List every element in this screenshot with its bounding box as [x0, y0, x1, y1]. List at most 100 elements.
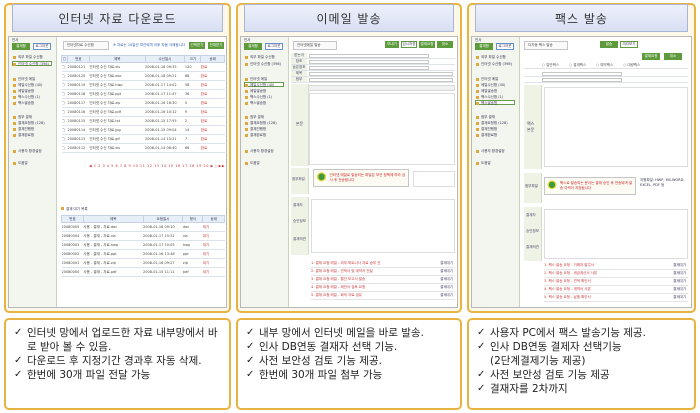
table-row[interactable]: □ 20080115 인터넷 수신 자료.txt 2008-01-15 17:55 2 완… [61, 116, 225, 126]
list-item[interactable]: 3. 결재 요청 메일 - 월간 보고서 발송 결재대기 [311, 277, 455, 284]
sidebar-item-mail-inbox[interactable]: 메일수신함 (40) [13, 83, 42, 87]
sidebar-item-inbox[interactable]: 인터넷 수신함 (398) [13, 62, 49, 66]
sidebar-item-fax-inbox[interactable]: 팩스수신함 (1) [13, 95, 40, 99]
sidebar-item-help[interactable]: 도움말 [476, 161, 491, 165]
approval-request-button[interactable]: 결재요청 [642, 53, 660, 60]
logout-button[interactable]: 로그아웃 [265, 43, 283, 50]
temp-save-button[interactable]: 임시저장 [401, 41, 417, 48]
sidebar-item-approval-done[interactable]: 결재완료함 [13, 133, 34, 137]
list-item[interactable]: 1. 결재 요청 메일 - 외부 파트너사 자료 송부 건 결재대기 [311, 261, 455, 268]
table-cell: ppt [182, 249, 203, 259]
sidebar-item-approval-req[interactable]: 결재요청함 (128) [13, 121, 45, 125]
sidebar-item-fax-sent[interactable]: 팩스발송함 [476, 101, 497, 105]
sidebar-item-external[interactable]: 외부 파일 수신함 [476, 55, 506, 59]
table-row[interactable]: □ 20080114 인터넷 수신 자료.jpg 2008-01-15 09:04 14… [61, 125, 225, 135]
approval-box-button[interactable]: 결재함 [244, 43, 262, 50]
sidebar-item-fax-sent[interactable]: 팩스발송함 [13, 101, 34, 105]
download-all-button[interactable]: 전체받기 [208, 42, 224, 49]
sidebar-item-help[interactable]: 도움말 [245, 161, 260, 165]
sidebar-item-mail-inbox[interactable]: 메일수신함 (40) [245, 83, 274, 87]
sidebar-item-approval-req[interactable]: 결재요청함 (128) [245, 121, 277, 125]
list-item[interactable]: 3. 팩스 발송 요청 - 견적 확인서 결재대기 [544, 279, 688, 286]
fax-body-editor[interactable] [544, 87, 688, 167]
bcc-input[interactable] [309, 66, 429, 70]
approval-box-button[interactable]: 결재함 [12, 43, 30, 50]
approval-panel[interactable] [311, 199, 455, 253]
table-row[interactable]: □ 20080119 인터넷 수신 자료.hwp 2008-01-17 14:02 58… [61, 80, 225, 90]
sidebar-item-fax-inbox[interactable]: 팩스수신함 (1) [245, 95, 272, 99]
send-button[interactable]: 보내기 [385, 41, 399, 48]
to-input[interactable] [309, 54, 429, 58]
pagination[interactable]: ◀ 1 2 3 4 5 6 7 8 9 10 11 12 13 14 15 16… [89, 164, 225, 168]
body-editor[interactable] [309, 93, 455, 165]
list-item[interactable]: 4. 팩스 발송 요청 - 계약서 사본 결재대기 [544, 287, 688, 294]
sidebar-item-approval[interactable]: 첨부 결재 [245, 115, 264, 119]
radio-option-reserve[interactable]: ○ 예약팩스 [596, 63, 613, 68]
radio-option-normal[interactable]: ○ 일반팩스 [542, 63, 559, 68]
list-item[interactable]: 1. 팩스 발송 요청 - 거래처 발주서 결재대기 [544, 263, 688, 270]
list-item[interactable]: 5. 팩스 발송 요청 - 납품 확인서 결재대기 [544, 295, 688, 302]
sidebar-item-approval-prog[interactable]: 결재진행함 [245, 127, 266, 131]
sidebar-item-mail-sent[interactable]: 메일발송함 [476, 89, 497, 93]
fax-send-button[interactable]: 발송 [600, 41, 618, 48]
sidebar-item-mail-inbox[interactable]: 메일수신함 (40) [476, 83, 505, 87]
sidebar-item-mail-sent[interactable]: 메일발송함 [13, 89, 34, 93]
sidebar-item-fax-sent[interactable]: 팩스발송함 [245, 101, 266, 105]
table-row[interactable]: 20080000 사용 - 결재 - 자료.pdf 2008-01-15 11:11… [61, 267, 225, 277]
sidebar-item-inbox[interactable]: 인터넷 수신함 (398) [476, 62, 512, 66]
table-row[interactable]: 20080003 사용 - 결재 - 자료.hwp 2008-01-17 10:05… [61, 240, 225, 250]
sidebar-item-approval-done[interactable]: 결재완료함 [476, 133, 497, 137]
editor-toolbar[interactable] [307, 85, 455, 91]
approval-request-button[interactable]: 결재요청 [419, 41, 435, 48]
table-row[interactable]: 20080002 사용 - 결재 - 자료.ppt 2008-01-16 13:48… [61, 249, 225, 259]
sidebar-item-settings[interactable]: 사용자 환경설정 [13, 149, 42, 153]
table-row[interactable]: □ 20080120 인터넷 수신 자료.doc 2008-01-18 09:21 88… [61, 71, 225, 81]
sidebar-item-settings[interactable]: 사용자 환경설정 [476, 149, 505, 153]
fax-recipient-input[interactable] [542, 78, 622, 82]
logout-button[interactable]: 로그아웃 [496, 43, 514, 50]
list-item[interactable]: 4. 결재 요청 메일 - 제안서 검토 요청 결재대기 [311, 285, 455, 292]
table-row[interactable]: 20080001 사용 - 결재 - 자료.zip 2008-01-16 09:27… [61, 258, 225, 268]
approval-box-button[interactable]: 결재함 [475, 43, 493, 50]
sidebar-item-mail[interactable]: 인터넷 메일 [476, 77, 498, 81]
sidebar-item-approval-prog[interactable]: 결재진행함 [476, 127, 497, 131]
sidebar-item-external[interactable]: 외부 파일 수신함 [245, 55, 275, 59]
table-row[interactable]: □ 20080117 인터넷 수신 자료.zip 2008-01-16 16:30 5 완… [61, 98, 225, 108]
table-row[interactable]: □ 20080118 인터넷 수신 자료.ppt 2008-01-17 11:47 36… [61, 89, 225, 99]
select-download-button[interactable]: 선택받기 [189, 42, 205, 49]
logout-button[interactable]: 로그아웃 [33, 43, 51, 50]
sidebar-item-help[interactable]: 도움말 [13, 161, 28, 165]
cancel-button[interactable]: 취소 [664, 53, 682, 60]
sidebar-item-inbox[interactable]: 인터넷 수신함 (398) [245, 62, 281, 66]
preview-button[interactable]: 미리보기 [620, 41, 638, 48]
sidebar-item-settings[interactable]: 사용자 환경설정 [245, 149, 274, 153]
sidebar-item-fax-inbox[interactable]: 팩스수신함 (1) [476, 95, 503, 99]
radio-option-approval[interactable]: ○ 결재팩스 [569, 63, 586, 68]
radio-option-bulk[interactable]: ○ 대량팩스 [623, 63, 640, 68]
table-row[interactable]: 20080004 사용 - 결재 - 자료.xls 2008-01-17 15:32… [61, 231, 225, 241]
sidebar-item-approval-req[interactable]: 결재요청함 (128) [476, 121, 508, 125]
sidebar-item-approval[interactable]: 첨부 결재 [13, 115, 32, 119]
table-row[interactable]: □ 20080121 인터넷 수신 자료.xls 2008-01-18 09:35 12… [61, 62, 225, 72]
sidebar-item-approval[interactable]: 첨부 결재 [476, 115, 495, 119]
fax-approval-panel[interactable] [544, 209, 688, 259]
sidebar-item-approval-done[interactable]: 결재완료함 [245, 133, 266, 137]
sidebar-item-approval-prog[interactable]: 결재진행함 [13, 127, 34, 131]
subject-input[interactable] [309, 72, 453, 76]
attach-file-list[interactable] [413, 171, 455, 187]
table-row[interactable]: □ 20080112 인터넷 수신 자료.xls 2008-01-14 08:40 66… [61, 143, 225, 153]
attach-input[interactable] [309, 78, 453, 82]
sidebar-item-mail[interactable]: 인터넷 메일 [13, 77, 35, 81]
sidebar-item-mail-sent[interactable]: 메일발송함 [245, 89, 266, 93]
sidebar-item-mail[interactable]: 인터넷 메일 [245, 77, 267, 81]
table-row[interactable]: □ 20080116 인터넷 수신 자료.pdf 2008-01-16 10:12 9 완… [61, 107, 225, 117]
list-item[interactable]: 2. 결재 요청 메일 - 견적서 및 계약서 전달 결재대기 [311, 269, 455, 276]
list-item[interactable]: 2. 팩스 발송 요청 - 세금계산서 사본 결재대기 [544, 271, 688, 278]
cc-input[interactable] [309, 60, 429, 64]
sidebar-item-external[interactable]: 외부 파일 수신함 [13, 55, 43, 59]
table-row[interactable]: □ 20080113 인터넷 수신 자료.gif 2008-01-14 15:21 7 완… [61, 134, 225, 144]
table-row[interactable]: 20080005 사용 - 결재 - 자료.doc 2008-01-18 09:10… [61, 222, 225, 232]
fax-number-input[interactable] [542, 72, 622, 76]
cancel-button[interactable]: 취소 [437, 41, 453, 48]
list-item[interactable]: 5. 결재 요청 메일 - 회의 자료 공유 결재대기 [311, 293, 455, 300]
